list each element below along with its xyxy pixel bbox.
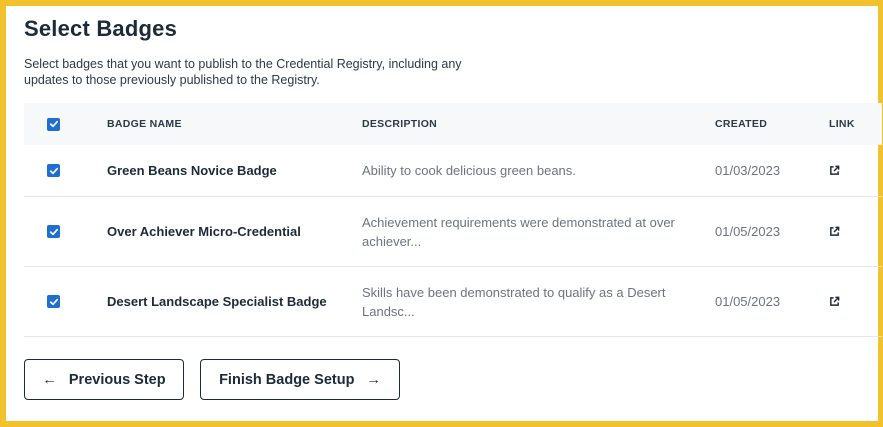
page-subtitle: Select badges that you want to publish t… [24,57,462,87]
select-badges-panel: Select Badges Select badges that you wan… [24,16,882,400]
page-title: Select Badges [24,16,178,41]
select-all-cell [47,103,60,145]
check-icon [49,120,58,128]
header-badge-name[interactable]: BADGE NAME [107,103,182,145]
arrow-left-icon: ← [42,371,57,388]
finish-badge-setup-button[interactable]: Finish Badge Setup → [200,359,400,400]
badge-description: Ability to cook delicious green beans. [362,163,576,178]
select-all-checkbox[interactable] [47,117,60,131]
external-link-icon[interactable] [829,296,840,307]
badge-description: Achievement requirements were demonstrat… [362,214,675,249]
header-link: LINK [829,118,855,130]
row-checkbox[interactable] [47,164,60,177]
badge-description: Skills have been demonstrated to qualify… [362,284,666,319]
badge-created-date: 01/05/2023 [715,224,781,239]
external-link-icon[interactable] [829,226,840,237]
row-checkbox[interactable] [47,225,60,238]
check-icon [49,298,58,305]
table-row[interactable]: Green Beans Novice Badge Ability to cook… [24,145,882,197]
external-link-icon[interactable] [829,165,840,176]
badges-table: BADGE NAME DESCRIPTION CREATED LINK Gree… [24,103,882,337]
finish-badge-setup-label: Finish Badge Setup [219,371,355,388]
check-icon [49,167,58,174]
badge-name: Green Beans Novice Badge [107,163,277,178]
badge-created-date: 01/05/2023 [715,294,781,309]
header-created[interactable]: CREATED [715,103,767,145]
row-checkbox[interactable] [47,295,60,308]
table-header: BADGE NAME DESCRIPTION CREATED LINK [24,103,882,145]
badge-created-date: 01/03/2023 [715,163,781,178]
header-description[interactable]: DESCRIPTION [362,103,682,145]
badge-name: Over Achiever Micro-Credential [107,224,301,239]
table-row[interactable]: Desert Landscape Specialist Badge Skills… [24,267,882,337]
table-row[interactable]: Over Achiever Micro-Credential Achieveme… [24,197,882,267]
previous-step-label: Previous Step [68,371,166,388]
previous-step-button[interactable]: ← Previous Step [24,359,184,400]
arrow-right-icon: → [366,371,381,388]
check-icon [49,228,58,235]
yellow-frame: Select Badges Select badges that you wan… [0,0,883,427]
badge-name: Desert Landscape Specialist Badge [107,294,327,309]
step-navigation: ← Previous Step Finish Badge Setup → [24,359,400,400]
